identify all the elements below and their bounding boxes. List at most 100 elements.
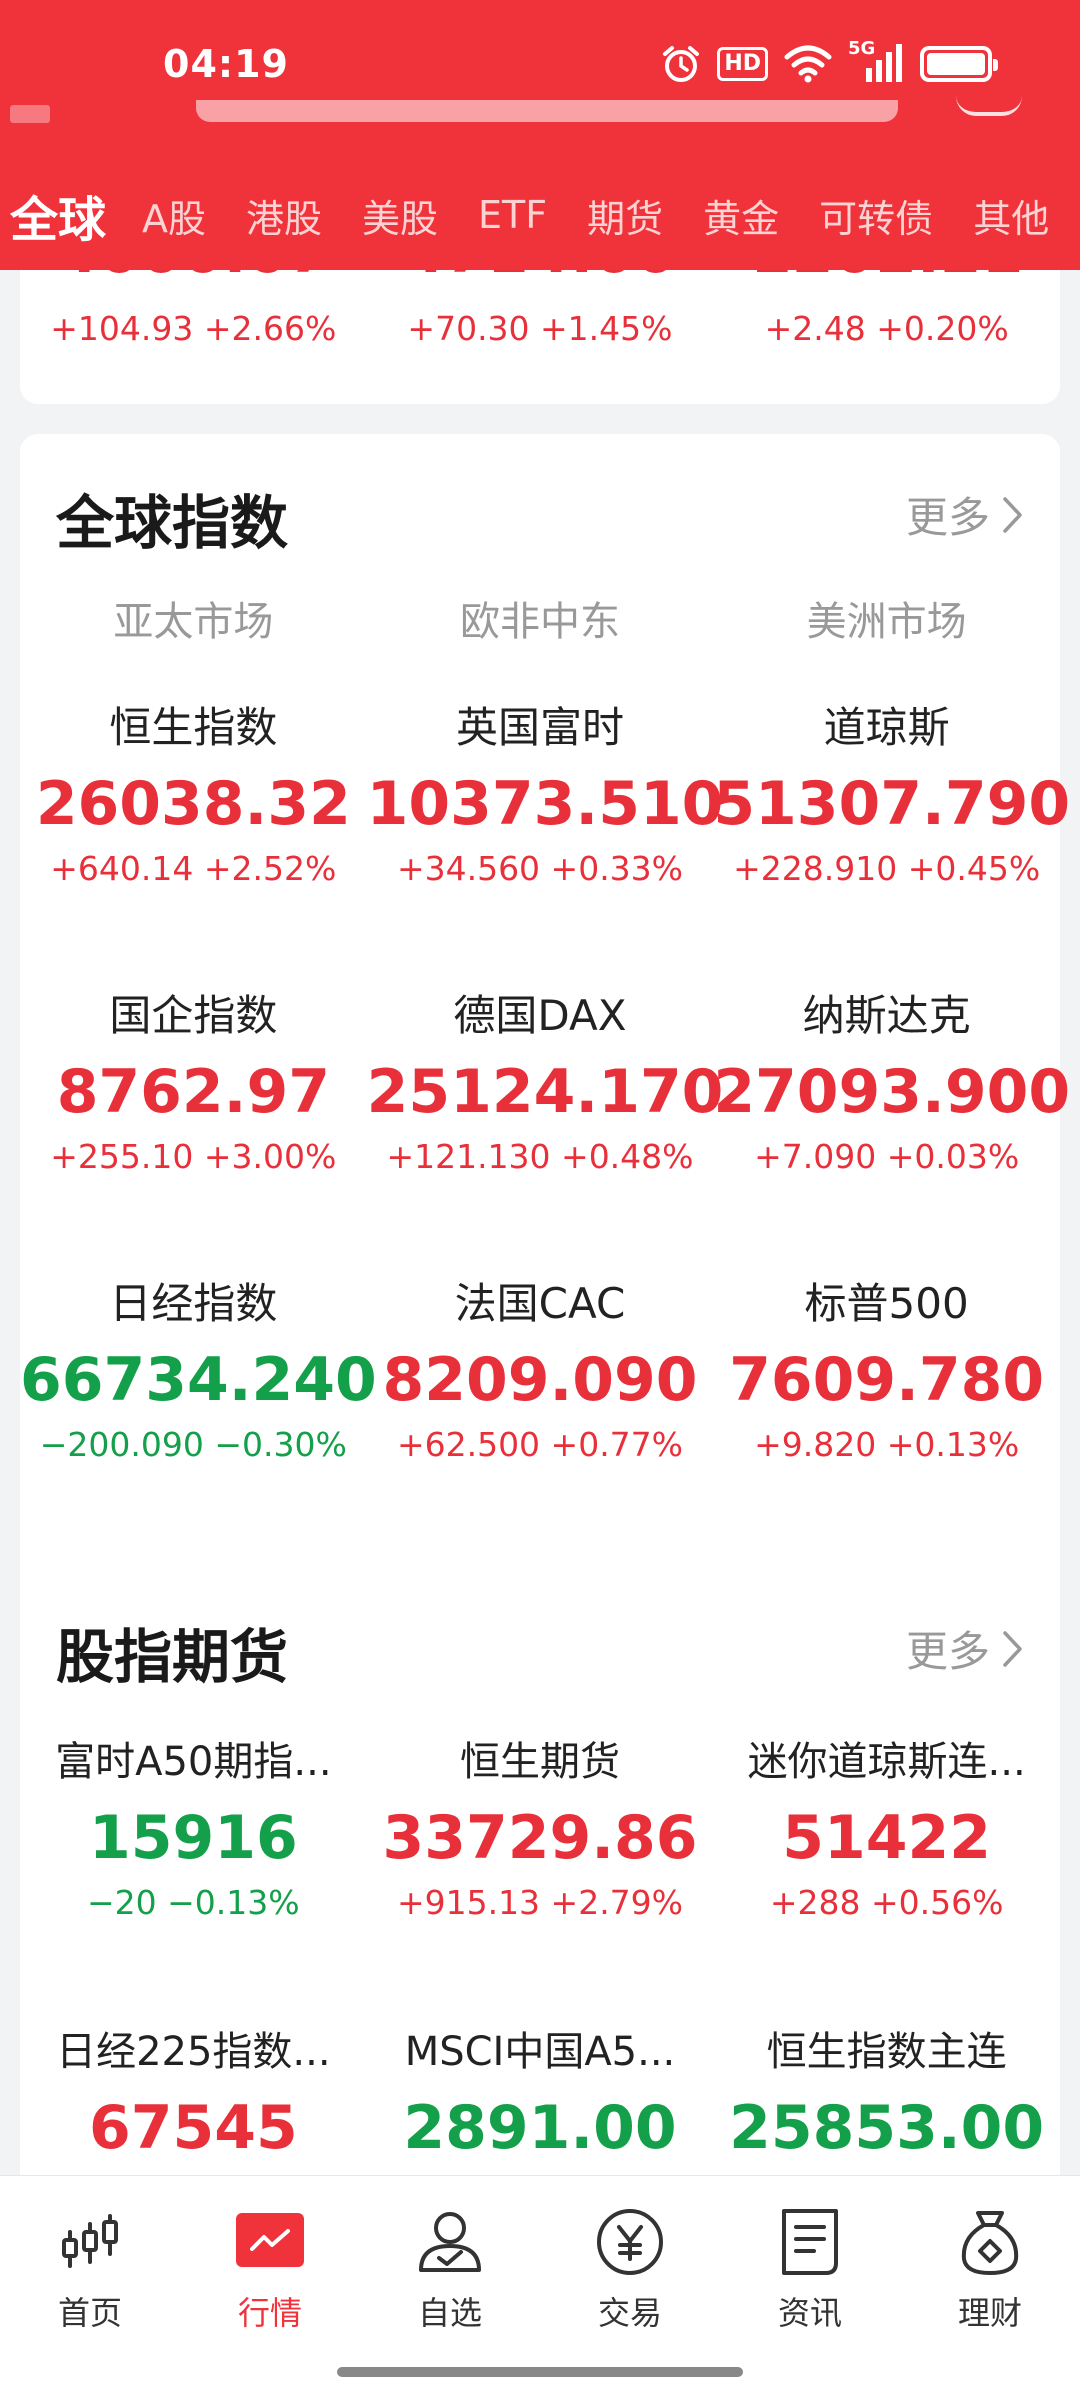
quote-price: 26038.32 [35,769,351,839]
quote-cell[interactable]: 国企指数 8762.97 +255.10 +3.00% [20,950,367,1238]
quote-change: −20 −0.13% [87,1883,300,1922]
index-price: 4000.07 [20,270,367,294]
quote-name: 迷你道琼斯连... [747,1739,1026,1785]
market-tabs: 全球 A股 港股 美股 ETF 期货 黄金 可转债 其他 [0,175,1080,255]
home-indicator[interactable] [337,2367,743,2377]
index-change: +70.30 +1.45% [407,309,673,348]
quote-price: 8762.97 [56,1057,330,1127]
quote-change: +34.560 +0.33% [396,849,684,888]
index-futures-grid: 富时A50期指... 15916 −20 −0.13% 恒生期货 33729.86 +91… [20,1708,1060,2175]
quote-cell[interactable]: 纳斯达克 27093.900 +7.090 +0.03% [713,950,1071,1238]
status-time: 04:19 [163,42,289,86]
quote-price: 51422 [782,1803,992,1873]
tab-hk-stocks[interactable]: 港股 [246,188,322,243]
user-check-icon [419,2212,481,2272]
quote-price: 66734.240 [20,1345,377,1415]
quote-cell[interactable]: 日经指数 66734.240 −200.090 −0.30% [20,1238,377,1526]
tab-etf[interactable]: ETF [478,193,547,237]
tab-global[interactable]: 全球 [10,180,106,250]
section-title: 全球指数 [56,489,289,557]
region-americas: 美洲市场 [806,599,967,645]
quote-cell[interactable]: 法国CAC 8209.090 +62.500 +0.77% [367,1238,714,1526]
global-indices-grid: 恒生指数 26038.32 +640.14 +2.52% 英国富时 10373.510 +… [20,662,1071,1526]
quote-name: 富时A50期指... [55,1739,332,1785]
battery-icon [920,46,998,82]
top-index-cell[interactable]: 4000.07 +104.93 +2.66% [20,270,367,354]
index-price: 4714.00 [367,270,714,294]
quote-change: +915.13 +2.79% [396,1883,684,1922]
quote-price: 2891.00 [403,2093,677,2163]
chevron-right-icon [1003,496,1022,533]
quote-cell[interactable]: MSCI中国A5... 2891.00 [367,1998,714,2175]
index-futures-header: 股指期货 更多 [20,1568,1060,1708]
more-link[interactable]: 更多 [906,484,1024,545]
tab-others[interactable]: 其他 [973,188,1049,243]
quote-price: 51307.790 [713,769,1071,839]
nav-home[interactable]: 首页 [0,2176,180,2400]
tab-futures[interactable]: 期货 [587,188,663,243]
quote-change: +121.130 +0.48% [386,1137,694,1176]
quote-name: 日经225指数... [56,2029,331,2075]
top-index-cell[interactable]: 1202.21 +2.48 +0.20% [713,270,1060,354]
index-price: 1202.21 [713,270,1060,294]
app-logo[interactable] [10,105,50,123]
quote-cell[interactable]: 英国富时 10373.510 +34.560 +0.33% [366,662,724,950]
quote-cell[interactable]: 富时A50期指... 15916 −20 −0.13% [20,1708,367,1998]
region-asia-pacific: 亚太市场 [113,599,274,645]
alarm-icon [663,46,700,82]
nav-wealth[interactable]: 理财 [900,2176,1080,2400]
quote-change: −200.090 −0.30% [39,1425,347,1464]
quote-price: 10373.510 [366,769,724,839]
nav-label: 理财 [957,2294,1022,2332]
hd-badge: HD [717,47,768,81]
nav-news[interactable]: 资讯 [720,2176,900,2400]
nav-label: 交易 [597,2294,662,2332]
tab-convertible-bonds[interactable]: 可转债 [819,188,933,243]
tab-a-shares[interactable]: A股 [142,188,206,243]
money-bag-icon [961,2211,1019,2275]
tab-us-stocks[interactable]: 美股 [362,188,438,243]
tab-gold[interactable]: 黄金 [703,188,779,243]
region-row: 亚太市场 欧非中东 美洲市场 [20,574,1060,662]
quote-cell[interactable]: 恒生指数 26038.32 +640.14 +2.52% [20,662,367,950]
app-root: 04:19 HD 5G 全球 A股 港股 美股 ETF 期货 黄金 可转债 其他… [0,0,1080,2400]
nav-label: 资讯 [777,2294,842,2332]
index-change: +104.93 +2.66% [50,309,337,348]
top-index-cell[interactable]: 4714.00 +70.30 +1.45% [367,270,714,354]
quote-name: 恒生期货 [459,1739,620,1785]
quote-price: 7609.780 [729,1345,1045,1415]
quote-cell[interactable]: 恒生指数主连 25853.00 [713,1998,1060,2175]
region-emea: 欧非中东 [459,599,620,645]
nav-market[interactable]: 行情 [180,2176,360,2400]
quote-cell[interactable]: 日经225指数... 67545 [20,1998,367,2175]
section-title: 股指期货 [56,1623,289,1691]
quote-price: 33729.86 [382,1803,698,1873]
quote-change: +255.10 +3.00% [50,1137,337,1176]
quote-cell[interactable]: 标普500 7609.780 +9.820 +0.13% [713,1238,1060,1526]
app-header: 04:19 HD 5G 全球 A股 港股 美股 ETF 期货 黄金 可转债 其他 [0,0,1080,270]
quote-cell[interactable]: 恒生期货 33729.86 +915.13 +2.79% [367,1708,714,1998]
quote-price: 25124.170 [366,1057,724,1127]
quote-cell[interactable]: 道琼斯 51307.790 +228.910 +0.45% [713,662,1071,950]
quote-name: 恒生指数主连 [766,2029,1007,2075]
index-futures-card: 股指期货 更多 富时A50期指... 15916 −20 −0.13% 恒生期货 337… [20,1568,1060,2175]
document-icon [782,2209,838,2275]
quote-cell[interactable]: 迷你道琼斯连... 51422 +288 +0.56% [713,1708,1060,1998]
wifi-icon [784,45,832,83]
quote-cell[interactable]: 德国DAX 25124.170 +121.130 +0.48% [366,950,724,1238]
quote-price: 15916 [88,1803,298,1873]
status-icons: HD 5G [661,38,998,84]
quote-price: 27093.900 [713,1057,1071,1127]
search-bar[interactable] [196,100,898,122]
top-index-row: 4000.07 +104.93 +2.66% 4714.00 +70.30 +1… [20,270,1060,354]
more-link[interactable]: 更多 [906,1618,1024,1679]
market-content: 4000.07 +104.93 +2.66% 4714.00 +70.30 +1… [0,270,1080,2175]
quote-name: 英国富时 [455,703,624,752]
quote-name: MSCI中国A5... [404,2029,676,2075]
avatar[interactable] [956,96,1022,116]
signal-bars-icon [866,44,902,82]
quote-change: +228.910 +0.45% [733,849,1041,888]
quote-price: 67545 [88,2093,298,2163]
quote-name: 国企指数 [109,991,278,1040]
chevron-right-icon [1003,1630,1022,1667]
